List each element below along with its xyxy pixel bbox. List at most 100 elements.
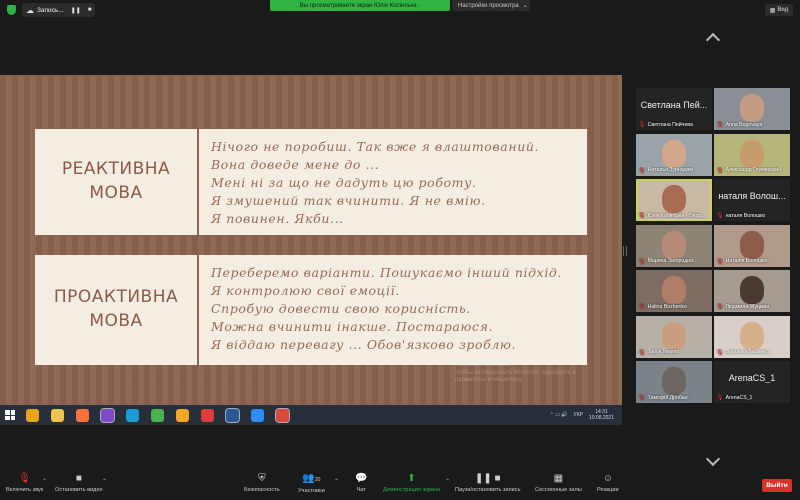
audio-options-chevron-icon[interactable]: ⌃ [42,478,47,485]
stop-recording-icon[interactable]: ■ [88,7,92,13]
participant-tile[interactable]: 🎙 Наталія Волошко [714,224,790,267]
participant-caption: 🎙 Наталья Зурнаджи [638,167,710,174]
view-options-button[interactable]: Настройки просмотра ⌄ [452,0,530,11]
muted-microphone-icon: 🎙 [716,167,724,174]
chrome-icon[interactable] [20,405,45,425]
share-screen-icon: ⬆ [407,473,416,484]
pause-stop-recording-label: Пауза/остановить запись [455,487,521,493]
windows-activation-watermark: Активация Windows Чтобы активировать Win… [455,362,576,385]
participant-caption: 🎙 ArenaCS_1 [716,394,788,402]
opera-icon[interactable] [195,405,220,425]
muted-microphone-icon: 🎙 [638,258,646,265]
scroll-down-chevron-icon[interactable] [705,451,721,467]
viber-icon[interactable] [95,405,120,425]
participant-video [740,139,764,168]
muted-microphone-icon: 🎙 [638,167,646,174]
pause-stop-recording-button[interactable]: ❚❚ ■ Пауза/остановить запись [455,474,521,494]
cloud-icon: ☁ [26,5,34,15]
video-options-chevron-icon[interactable]: ⌃ [102,478,107,485]
participant-tile[interactable]: 🎙 Людмила Жуцман [714,270,790,312]
participant-caption: 🎙 Halina Bozhenko [638,303,710,311]
share-screen-button[interactable]: ⬆ Демонстрация экрана [383,473,440,494]
panel-resize-handle[interactable] [623,246,627,256]
google-app-icon[interactable] [170,405,195,425]
system-tray: ⌃ ▭ 🔊 УКР 14:31 10.08.2021 [550,409,622,422]
word-icon[interactable] [220,405,245,425]
muted-microphone-icon: 🎙 [638,349,646,356]
participant-tile[interactable]: 🎙 Anna Bogovaya [714,88,790,130]
participant-tile[interactable]: 🎙 Halina Bozhenko [636,270,712,312]
keyboard-language[interactable]: УКР [574,412,583,418]
muted-microphone-icon: 🎙 [638,213,646,219]
reactive-title-line-2: МОВА [89,183,143,203]
participant-name-display: ArenaCS_1 [728,373,776,383]
reactions-label: Реакции [597,487,619,493]
smiley-icon: ☺ [602,473,613,484]
skype-icon[interactable] [120,405,145,425]
participant-tile[interactable]: ArenaCS_1 🎙 ArenaCS_1 [714,361,790,403]
top-bar: ☁ Запись... ❚❚ ■ Вы просматриваете экран… [0,0,800,20]
recording-indicator: ☁ Запись... ❚❚ ■ [22,3,95,17]
participant-name: Наталья Зурнаджи [647,167,694,173]
scroll-up-chevron-icon[interactable] [705,32,721,48]
participant-tile[interactable]: 🎙 Александр Глуминский [714,133,790,176]
windows-start-icon[interactable] [0,405,20,425]
view-options-label: Настройки просмотра [458,2,519,9]
recording-label: Запись... [37,6,64,14]
muted-microphone-icon: 🎙 [638,304,646,310]
security-label: Безопасность [244,487,280,493]
watermark-line: параметры компьютера. [455,377,523,383]
google-app-icon-glyph [176,408,189,422]
participant-tile[interactable]: 🎙 Tanya Nesvat [636,315,712,358]
participant-tile[interactable]: 🎙 Тимофій Дробан [636,361,712,403]
participant-name-display: Светлана Пей... [640,100,708,110]
participants-options-chevron-icon[interactable]: ⌃ [334,478,339,485]
share-options-chevron-icon[interactable]: ⌃ [445,478,450,485]
participants-button[interactable]: 👥20 Участники [298,473,325,495]
tray-icons: ⌃ ▭ 🔊 [549,412,568,418]
unmute-button[interactable]: 🎙 Включить звук [6,474,43,494]
proactive-phrase: Я контролюю свої емоції. [211,283,400,298]
participant-caption: 🎙 наталя Волошко [716,212,788,220]
reactive-phrase: Я повинен. Якби... [211,211,344,226]
stop-video-button[interactable]: ■ Остановить видео [55,473,103,494]
participant-caption: 🎙 Anna Bogovaya [716,121,788,129]
video-camera-icon: ■ [75,473,82,484]
muted-microphone-icon: 🎙 [716,258,724,265]
participant-name: наталя Волошко [725,212,766,219]
participant-name: Марина Загородня... [647,258,698,264]
firefox-icon-glyph [76,408,89,422]
meeting-controls: 🎙 Включить звук ⌃ ■ Остановить видео ⌃ ⛨… [0,470,800,500]
taskbar-apps [20,405,295,425]
file-explorer-icon[interactable] [45,405,70,425]
participant-tile[interactable]: наталя Волош... 🎙 наталя Волошко [714,179,790,221]
muted-microphone-icon: 🎙 [716,395,724,401]
encryption-shield-icon[interactable] [7,5,16,15]
participant-tile[interactable]: 🎙 Вероніка Бабенко [714,315,790,358]
pause-recording-icon[interactable]: ❚❚ [71,7,81,14]
participants-icon: 👥20 [302,473,321,484]
proactive-phrase: Спробую довести свою корисність. [211,301,471,316]
participant-tile[interactable]: 🎙 Наталья Зурнаджи [636,133,712,176]
security-button[interactable]: ⛨ Безопасность [244,473,280,494]
leave-button[interactable]: Выйти [762,479,792,492]
clock[interactable]: 14:31 10.08.2021 [589,409,614,422]
reactive-phrase: Мені ні за що не дадуть цю роботу. [211,175,477,190]
view-button[interactable]: ▦ Вид [765,4,793,16]
utorrent-icon[interactable] [145,405,170,425]
firefox-icon[interactable] [70,405,95,425]
zoom-icon[interactable] [245,405,270,425]
participant-tile[interactable]: Светлана Пей... 🎙 Светлана Пейчева [636,88,712,130]
participant-name: Тимофій Дробан [647,394,688,401]
utorrent-icon-glyph [151,408,164,422]
breakout-rooms-button[interactable]: ▦ Сессионные залы [535,474,582,494]
reactions-button[interactable]: ☺ Реакции [597,473,619,494]
participant-caption: 🎙 Tanya Nesvat [638,349,710,356]
participant-tile[interactable]: 🎙 Юлія Копінська - Петр... [636,179,712,221]
security-shield-icon: ⛨ [258,473,266,484]
muted-microphone-icon: 🎙 [716,122,724,128]
chat-button[interactable]: 💬 Чат [355,474,367,494]
muted-microphone-icon: 🎙 [716,304,724,310]
pdf-app-icon[interactable] [270,405,295,425]
participant-tile[interactable]: 🎙 Марина Загородня... [636,224,712,267]
